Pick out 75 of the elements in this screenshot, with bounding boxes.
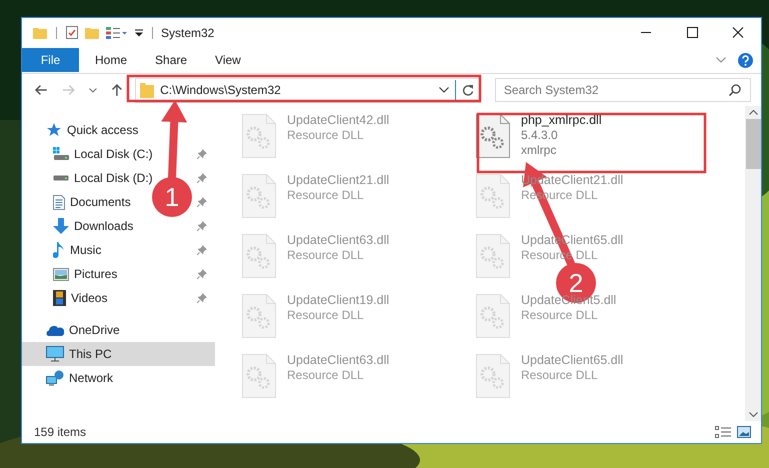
file-detail: Resource DLL: [521, 368, 599, 383]
dll-file-icon: [476, 354, 510, 398]
window-title: System32: [161, 26, 214, 40]
cloud-icon: [46, 324, 64, 336]
sidebar-item[interactable]: Local Disk (C:): [53, 147, 153, 161]
up-icon[interactable]: [111, 83, 124, 97]
sidebar-item[interactable]: Quick access: [46, 122, 138, 138]
music-note-icon: [53, 242, 65, 258]
document-icon: [53, 194, 65, 210]
scroll-up-icon[interactable]: [748, 110, 758, 115]
sidebar-item[interactable]: Documents: [53, 194, 131, 210]
sidebar-item[interactable]: Downloads: [53, 218, 134, 234]
refresh-icon[interactable]: [462, 84, 474, 96]
dll-file-icon: [242, 294, 276, 338]
dll-file-icon: [242, 174, 276, 218]
ribbon-tab[interactable]: Share: [141, 48, 202, 72]
dll-file-icon: [242, 114, 276, 158]
dll-file-icon: [242, 234, 276, 278]
sidebar-item[interactable]: OneDrive: [46, 323, 120, 337]
scroll-down-icon[interactable]: [748, 412, 758, 417]
sidebar-item[interactable]: This PC: [22, 342, 215, 366]
pin-icon[interactable]: [197, 197, 207, 207]
file-detail: 5.4.3.0: [521, 128, 559, 143]
file-detail: Resource DLL: [287, 368, 365, 383]
network-icon: [46, 370, 64, 386]
download-icon: [53, 218, 69, 234]
file-detail: Resource DLL: [521, 308, 599, 323]
dropdown-icon[interactable]: [135, 28, 143, 36]
dll-file-icon: [476, 294, 510, 338]
ribbon-tab[interactable]: View: [201, 48, 255, 72]
pin-icon[interactable]: [197, 221, 207, 231]
film-icon: [53, 290, 66, 306]
file-detail: Resource DLL: [287, 308, 365, 323]
dropdown-icon[interactable]: [438, 87, 449, 93]
search-icon: [729, 84, 741, 96]
dll-file-icon: [476, 114, 510, 158]
details-view-icon[interactable]: [715, 426, 731, 438]
item-count: 159 items: [34, 425, 86, 439]
pin-icon[interactable]: [197, 245, 207, 255]
drive-icon: [53, 175, 69, 181]
sidebar-item[interactable]: Videos: [53, 290, 108, 306]
file-name[interactable]: php_xmlrpc.dll: [521, 113, 602, 128]
step-badge: 1: [152, 177, 192, 217]
sidebar-item[interactable]: Network: [46, 370, 114, 386]
view-icon[interactable]: [106, 26, 128, 38]
ribbon-tab[interactable]: Home: [81, 48, 142, 72]
sidebar-item[interactable]: Local Disk (D:): [53, 171, 153, 185]
star-icon: [46, 122, 62, 138]
file-detail: Resource DLL: [287, 248, 365, 263]
recent-icon[interactable]: [89, 88, 98, 92]
back-icon[interactable]: [34, 84, 48, 96]
sidebar-item[interactable]: Music: [53, 242, 102, 258]
address-field[interactable]: C:\Windows\System32: [135, 78, 481, 102]
help-icon[interactable]: [738, 52, 753, 68]
chevron-icon[interactable]: [716, 57, 726, 63]
file-detail: Resource DLL: [287, 128, 365, 143]
folder-icon: [140, 82, 154, 98]
dll-file-icon: [242, 354, 276, 398]
pin-icon[interactable]: [197, 293, 207, 303]
sidebar-item[interactable]: Pictures: [53, 267, 118, 281]
scrollbar-thumb[interactable]: [746, 119, 760, 169]
file-tab[interactable]: File: [22, 48, 79, 72]
properties-icon[interactable]: [66, 26, 78, 39]
large-icons-view-icon[interactable]: [737, 426, 751, 438]
dll-file-icon: [476, 174, 510, 218]
pin-icon[interactable]: [197, 269, 207, 279]
dll-file-icon: [476, 234, 510, 278]
picture-icon: [53, 268, 69, 280]
file-detail: Resource DLL: [287, 188, 365, 203]
search-field[interactable]: Search System32: [494, 78, 751, 102]
computer-icon: [46, 346, 64, 362]
drive-icon: [53, 147, 69, 161]
pin-icon[interactable]: [197, 173, 207, 183]
file-detail: xmlrpc: [521, 143, 558, 158]
pin-icon[interactable]: [197, 149, 207, 159]
